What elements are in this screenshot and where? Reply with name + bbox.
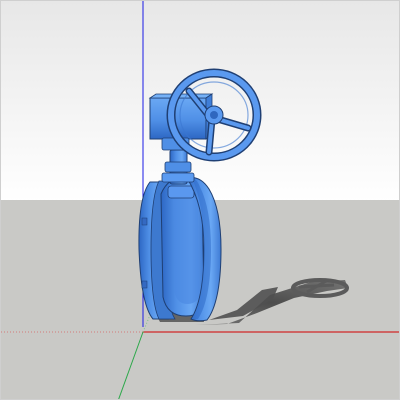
3d-viewport[interactable] [0,0,400,400]
scene-canvas[interactable] [1,1,400,400]
